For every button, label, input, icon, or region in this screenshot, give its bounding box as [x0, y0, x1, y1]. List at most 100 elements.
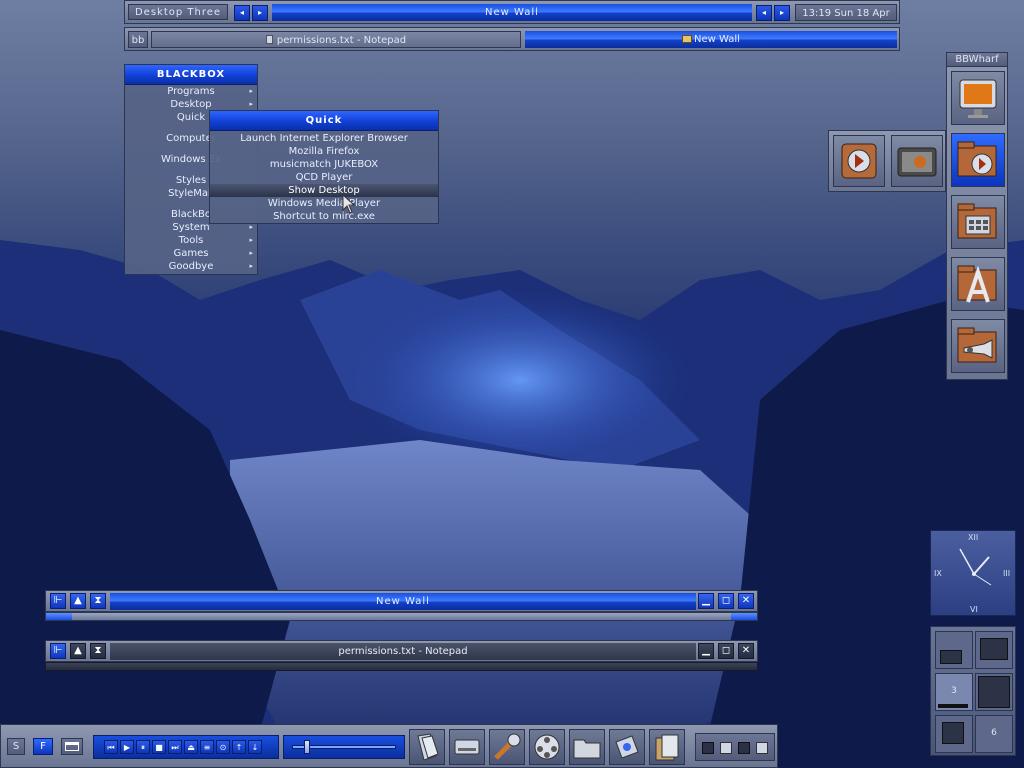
sticky-button[interactable]: ⧗ — [90, 593, 106, 609]
wrench-icon — [494, 733, 521, 760]
prev-workspace-button[interactable]: ◂ — [234, 5, 250, 21]
settings-button[interactable]: ⊙ — [216, 740, 230, 754]
speaker-app-icon — [841, 143, 877, 179]
wharf: BBWharf — [946, 52, 1008, 380]
wharf-folder-media[interactable] — [951, 133, 1005, 187]
window-notepad-title: permissions.txt - Notepad — [110, 643, 696, 660]
quick-item-musicmatch[interactable]: musicmatch JUKEBOX — [210, 158, 438, 171]
monitor-app-icon — [897, 147, 937, 177]
wharf-folder-music[interactable] — [951, 319, 1005, 373]
pager-desktop-2[interactable] — [975, 631, 1013, 669]
play-button[interactable]: ▶ — [120, 740, 134, 754]
task-new-wall[interactable]: New Wall — [525, 31, 897, 48]
resize-grip-right[interactable] — [731, 613, 757, 620]
pause-button[interactable]: ⏸ — [136, 740, 150, 754]
pager-desktop-6[interactable]: 6 — [975, 715, 1013, 753]
quick-item-mirc[interactable]: Shortcut to mirc.exe — [210, 210, 438, 223]
apps-folder-icon — [957, 203, 997, 239]
launcher-clipboard[interactable] — [409, 729, 445, 765]
volume-slider[interactable] — [283, 735, 405, 759]
window-new-wall: ⊩ ▲ ⧗ New Wall ▁ ◻ ✕ — [45, 590, 758, 622]
documents-icon — [655, 734, 679, 761]
mouse-cursor-icon — [342, 194, 356, 214]
minimize-button[interactable]: ▁ — [698, 643, 714, 659]
launcher-documents[interactable] — [649, 729, 685, 765]
bb-button[interactable]: bb — [128, 31, 148, 48]
pager-desktop-5[interactable] — [935, 715, 973, 753]
window-new-wall-titlebar[interactable]: ⊩ ▲ ⧗ New Wall ▁ ◻ ✕ — [45, 590, 758, 612]
task-notepad[interactable]: permissions.txt - Notepad — [151, 31, 521, 48]
stop-button[interactable]: ■ — [152, 740, 166, 754]
next-window-button[interactable]: ▸ — [774, 5, 790, 21]
sticky-button[interactable]: ⧗ — [90, 643, 106, 659]
playlist-button[interactable]: ≡ — [200, 740, 214, 754]
menu-item-goodbye[interactable]: Goodbye ▸ — [125, 260, 257, 273]
tray-phone-icon[interactable] — [738, 742, 750, 754]
window-menu-button[interactable]: ⊩ — [50, 643, 66, 659]
maximize-button[interactable]: ◻ — [718, 643, 734, 659]
shade-button[interactable]: ▲ — [70, 593, 86, 609]
maximize-button[interactable]: ◻ — [718, 593, 734, 609]
pager-desktop-3[interactable]: 3 — [935, 673, 973, 711]
current-window-label[interactable]: New Wall — [272, 4, 752, 21]
bottom-bar: S F ⏮ ▶ ⏸ ■ ⏭ ⏏ ≡ ⊙ ↑ ↓ — [0, 724, 778, 768]
quick-item-qcd[interactable]: QCD Player — [210, 171, 438, 184]
menu-item-programs[interactable]: Programs ▸ — [125, 85, 257, 98]
wharf-sub-launcher-1[interactable] — [833, 135, 885, 187]
pager-desktop-4[interactable] — [975, 673, 1013, 711]
numeral-9: IX — [934, 569, 942, 578]
volume-slider-thumb[interactable] — [304, 740, 310, 754]
toolbar-clock: 13:19 Sun 18 Apr — [795, 4, 897, 21]
previous-track-button[interactable]: ⏮ — [104, 740, 118, 754]
system-tray — [695, 733, 775, 761]
window-notepad: ⊩ ▲ ⧗ permissions.txt - Notepad ▁ ◻ ✕ — [45, 640, 758, 672]
quick-item-show-desktop[interactable]: Show Desktop — [210, 184, 438, 197]
next-workspace-button[interactable]: ▸ — [252, 5, 268, 21]
workspace-label[interactable]: Desktop Three — [128, 4, 228, 20]
fonts-folder-icon — [957, 265, 997, 303]
tray-display-icon[interactable] — [756, 742, 768, 754]
quick-item-firefox[interactable]: Mozilla Firefox — [210, 145, 438, 158]
analog-clock: XII III VI IX — [930, 530, 1016, 616]
next-track-button[interactable]: ⏭ — [168, 740, 182, 754]
launcher-film[interactable] — [529, 729, 565, 765]
hard-drive-icon — [454, 739, 480, 755]
network-icon — [615, 735, 639, 759]
menu-item-tools[interactable]: Tools ▸ — [125, 234, 257, 247]
window-menu-button[interactable]: ⊩ — [50, 593, 66, 609]
window-toggle-button[interactable] — [61, 738, 83, 755]
wharf-sub-launcher-2[interactable] — [891, 135, 943, 187]
root-menu-title: BLACKBOX — [125, 65, 257, 85]
launcher-network[interactable] — [609, 729, 645, 765]
window-new-wall-handle[interactable] — [45, 612, 758, 621]
quick-item-ie[interactable]: Launch Internet Explorer Browser — [210, 132, 438, 145]
window-notepad-titlebar[interactable]: ⊩ ▲ ⧗ permissions.txt - Notepad ▁ ◻ ✕ — [45, 640, 758, 662]
shade-button[interactable]: ▲ — [70, 643, 86, 659]
wharf-title: BBWharf — [947, 53, 1007, 67]
wharf-folder-fonts[interactable] — [951, 257, 1005, 311]
quick-menu: Quick Launch Internet Explorer Browser M… — [209, 110, 439, 224]
launcher-folder[interactable] — [569, 729, 605, 765]
window-icon — [65, 742, 79, 751]
menu-item-games[interactable]: Games ▸ — [125, 247, 257, 260]
prev-window-button[interactable]: ◂ — [756, 5, 772, 21]
launcher-tools[interactable] — [489, 729, 525, 765]
resize-grip-left[interactable] — [46, 613, 72, 620]
slit-button[interactable]: S — [7, 738, 25, 755]
close-button[interactable]: ✕ — [738, 593, 754, 609]
minimize-button[interactable]: ▁ — [698, 593, 714, 609]
quick-item-wmp[interactable]: Windows Media Player — [210, 197, 438, 210]
monitor-icon — [959, 79, 997, 118]
pager-desktop-1[interactable] — [935, 631, 973, 669]
focus-button[interactable]: F — [33, 738, 53, 755]
close-button[interactable]: ✕ — [738, 643, 754, 659]
wharf-monitor[interactable] — [951, 71, 1005, 125]
volume-up-button[interactable]: ↑ — [232, 740, 246, 754]
launcher-drive[interactable] — [449, 729, 485, 765]
volume-down-button[interactable]: ↓ — [248, 740, 262, 754]
window-notepad-handle[interactable] — [45, 662, 758, 671]
wharf-folder-apps[interactable] — [951, 195, 1005, 249]
tray-network-icon[interactable] — [720, 742, 732, 754]
tray-monitor-icon[interactable] — [702, 742, 714, 754]
eject-button[interactable]: ⏏ — [184, 740, 198, 754]
